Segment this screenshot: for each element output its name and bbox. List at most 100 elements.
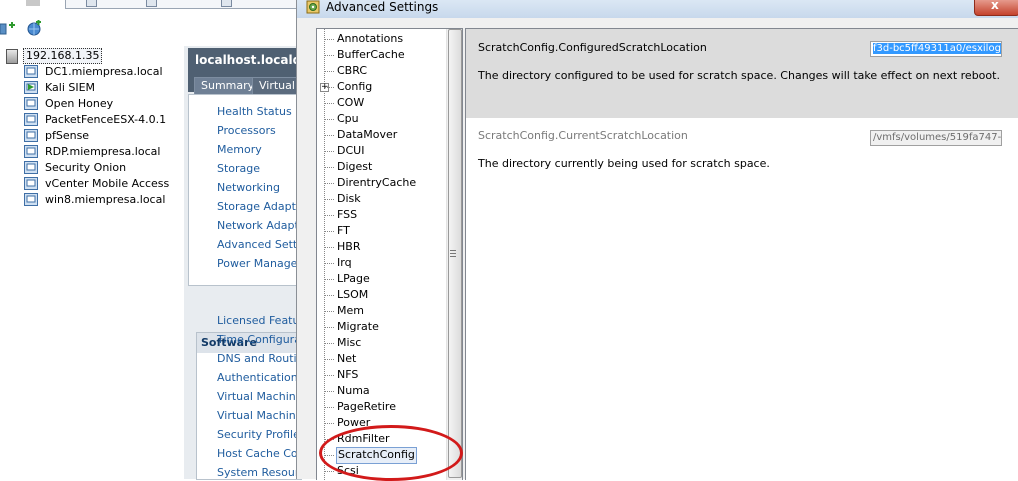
- category-item[interactable]: DirentryCache: [336, 175, 417, 190]
- category-item[interactable]: Power: [336, 415, 371, 430]
- tree-connector: [325, 391, 334, 392]
- category-item[interactable]: FT: [336, 223, 351, 238]
- hardware-link[interactable]: Health Status: [217, 105, 292, 118]
- tree-guide-line: [324, 29, 325, 480]
- add-host-icon[interactable]: [0, 20, 16, 36]
- tree-connector: [325, 119, 334, 120]
- category-item[interactable]: Migrate: [336, 319, 380, 334]
- close-button[interactable]: x: [974, 0, 1018, 16]
- hardware-link[interactable]: Memory: [217, 143, 262, 156]
- tree-connector: [325, 375, 334, 376]
- tree-connector: [325, 327, 334, 328]
- category-item[interactable]: LPage: [336, 271, 371, 286]
- category-item[interactable]: Disk: [336, 191, 362, 206]
- tree-connector: [325, 231, 334, 232]
- software-link[interactable]: Virtual Machine: [217, 390, 303, 403]
- server-icon: [6, 49, 18, 64]
- toolbar-address-bar[interactable]: [65, 0, 299, 9]
- virtual-machine-icon: [24, 113, 38, 126]
- configured-scratch-location-input[interactable]: f3d-bc5ff49311a0/esxilogs: [870, 41, 1002, 57]
- software-link[interactable]: Virtual Machine: [217, 409, 303, 422]
- vm-label: Open Honey: [45, 97, 114, 110]
- tree-connector: [325, 87, 334, 88]
- category-item[interactable]: DCUI: [336, 143, 365, 158]
- category-item[interactable]: RdmFilter: [336, 431, 391, 446]
- hardware-link[interactable]: Networking: [217, 181, 280, 194]
- category-item[interactable]: NFS: [336, 367, 359, 382]
- hardware-link[interactable]: Advanced Setti: [217, 238, 300, 251]
- software-link[interactable]: Licensed Featur: [217, 314, 304, 327]
- vm-label: Kali SIEM: [45, 81, 96, 94]
- category-item[interactable]: Config: [336, 79, 373, 94]
- category-item[interactable]: COW: [336, 95, 365, 110]
- software-link[interactable]: System Resour: [217, 466, 299, 479]
- category-item[interactable]: Annotations: [336, 31, 404, 46]
- add-network-icon[interactable]: [26, 20, 42, 36]
- tree-connector: [325, 423, 334, 424]
- tree-connector: [325, 247, 334, 248]
- software-link[interactable]: Security Profile: [217, 428, 300, 441]
- category-item[interactable]: FSS: [336, 207, 358, 222]
- category-item[interactable]: ScratchConfig: [336, 447, 417, 464]
- hardware-link[interactable]: Power Managem: [217, 257, 308, 270]
- tree-connector: [325, 215, 334, 216]
- hardware-link[interactable]: Processors: [217, 124, 276, 137]
- tree-connector: [325, 263, 334, 264]
- category-item[interactable]: Misc: [336, 335, 362, 350]
- virtual-machine-icon: [24, 161, 38, 174]
- host-label: 192.168.1.35: [23, 48, 103, 64]
- category-item[interactable]: PageRetire: [336, 399, 397, 414]
- category-item[interactable]: Cpu: [336, 111, 360, 126]
- tree-connector: [325, 103, 334, 104]
- background-toolbar: [0, 0, 300, 46]
- dialog-title: Advanced Settings: [326, 0, 439, 14]
- hardware-link[interactable]: Storage Adapte: [217, 200, 303, 213]
- tab-virtual-machines[interactable]: Virtual: [252, 77, 302, 94]
- dialog-titlebar[interactable]: Advanced Settings x: [297, 0, 1018, 18]
- tree-connector: [325, 55, 334, 56]
- tree-connector: [325, 199, 334, 200]
- grip-icon: [450, 250, 456, 257]
- software-link[interactable]: Host Cache Con: [217, 447, 305, 460]
- category-item[interactable]: Net: [336, 351, 357, 366]
- tree-connector: [325, 359, 334, 360]
- category-item[interactable]: BufferCache: [336, 47, 406, 62]
- inventory-tree: 192.168.1.35 DC1.miempresa.local Kali SIE…: [0, 46, 184, 479]
- tree-connector: [325, 279, 334, 280]
- tree-scrollbar[interactable]: [446, 29, 462, 480]
- category-item[interactable]: Numa: [336, 383, 371, 398]
- category-item[interactable]: CBRC: [336, 63, 368, 78]
- category-item[interactable]: Irq: [336, 255, 353, 270]
- category-item[interactable]: LSOM: [336, 287, 369, 302]
- hardware-link[interactable]: Network Adapte: [217, 219, 306, 232]
- settings-category-tree: + Annotations BufferCache CBRC Config COW Cpu…: [316, 28, 463, 480]
- virtual-machine-icon: [24, 81, 38, 94]
- tree-connector: [325, 151, 334, 152]
- virtual-machine-icon: [24, 193, 38, 206]
- category-item[interactable]: Digest: [336, 159, 373, 174]
- settings-detail-pane: ScratchConfig.ConfiguredScratchLocation …: [465, 28, 1018, 480]
- toolbar-icon: [221, 0, 232, 7]
- category-item[interactable]: HBR: [336, 239, 361, 254]
- vm-label: Security Onion: [45, 161, 127, 174]
- setting-description: The directory configured to be used for …: [478, 69, 1000, 82]
- virtual-machine-icon: [24, 97, 38, 110]
- software-link[interactable]: Time Configurat: [217, 333, 305, 346]
- tree-connector: [325, 407, 334, 408]
- tree-connector: [325, 167, 334, 168]
- setting-name: ScratchConfig.CurrentScratchLocation: [478, 129, 688, 142]
- tree-connector: [325, 471, 334, 472]
- software-link[interactable]: DNS and Routin: [217, 352, 304, 365]
- category-item[interactable]: DataMover: [336, 127, 398, 142]
- vm-label: RDP.miempresa.local: [45, 145, 161, 158]
- hardware-link[interactable]: Storage: [217, 162, 260, 175]
- vm-label: vCenter Mobile Access: [45, 177, 170, 190]
- host-header: localhost.localdom Summary Virtual: [188, 48, 322, 94]
- toolbar-button-fragment[interactable]: [26, 0, 40, 6]
- toolbar-icon: [146, 0, 157, 7]
- software-link[interactable]: Authentication: [217, 371, 298, 384]
- category-item[interactable]: Scsi: [336, 463, 360, 478]
- tree-connector: [325, 343, 334, 344]
- category-item[interactable]: Mem: [336, 303, 365, 318]
- tree-connector: [325, 71, 334, 72]
